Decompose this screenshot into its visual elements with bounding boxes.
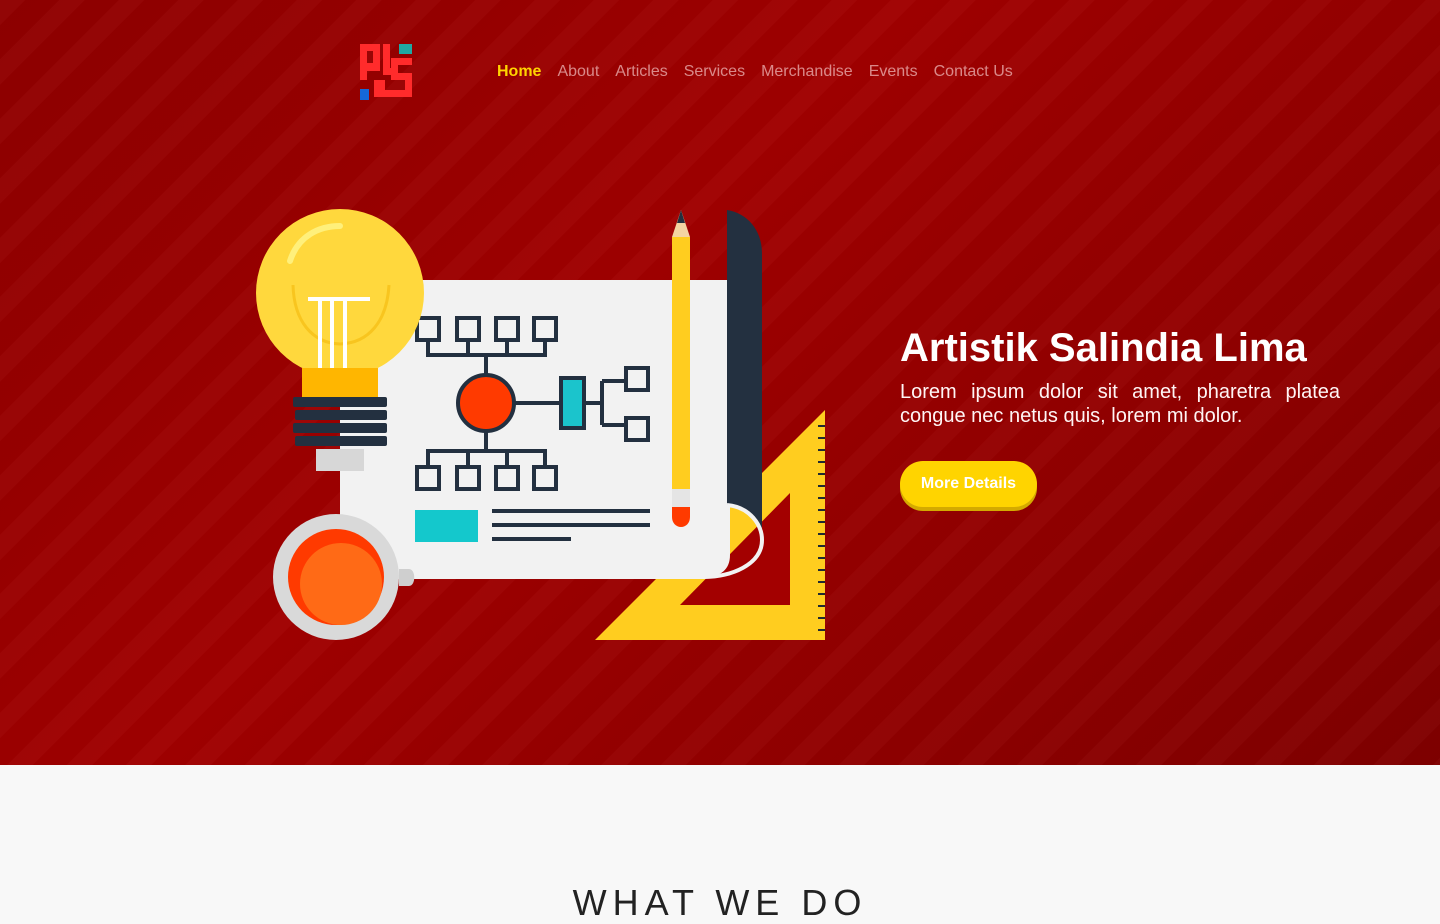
hero-illustration (256, 209, 825, 640)
hero-title: Artistik Salindia Lima (900, 326, 1307, 370)
nav-services[interactable]: Services (684, 62, 745, 82)
hero-copy: Artistik Salindia Lima Lorem ipsum dolor… (900, 323, 1340, 428)
hero-section: Home About Articles Services Merchandise… (0, 0, 1440, 765)
site-logo[interactable] (360, 44, 412, 100)
what-we-do-heading: WHAT WE DO (572, 882, 868, 923)
nav-contact-us[interactable]: Contact Us (934, 62, 1013, 82)
nav-merchandise[interactable]: Merchandise (761, 62, 853, 82)
nav-about[interactable]: About (557, 62, 599, 82)
nav-articles[interactable]: Articles (615, 62, 667, 82)
hero-description: Lorem ipsum dolor sit amet, pharetra pla… (900, 381, 1340, 427)
pencil-icon (672, 210, 690, 527)
nav-home[interactable]: Home (497, 62, 541, 82)
nav-events[interactable]: Events (869, 62, 918, 82)
main-navigation: Home About Articles Services Merchandise… (497, 60, 1013, 84)
more-details-button[interactable]: More Details (900, 461, 1037, 507)
